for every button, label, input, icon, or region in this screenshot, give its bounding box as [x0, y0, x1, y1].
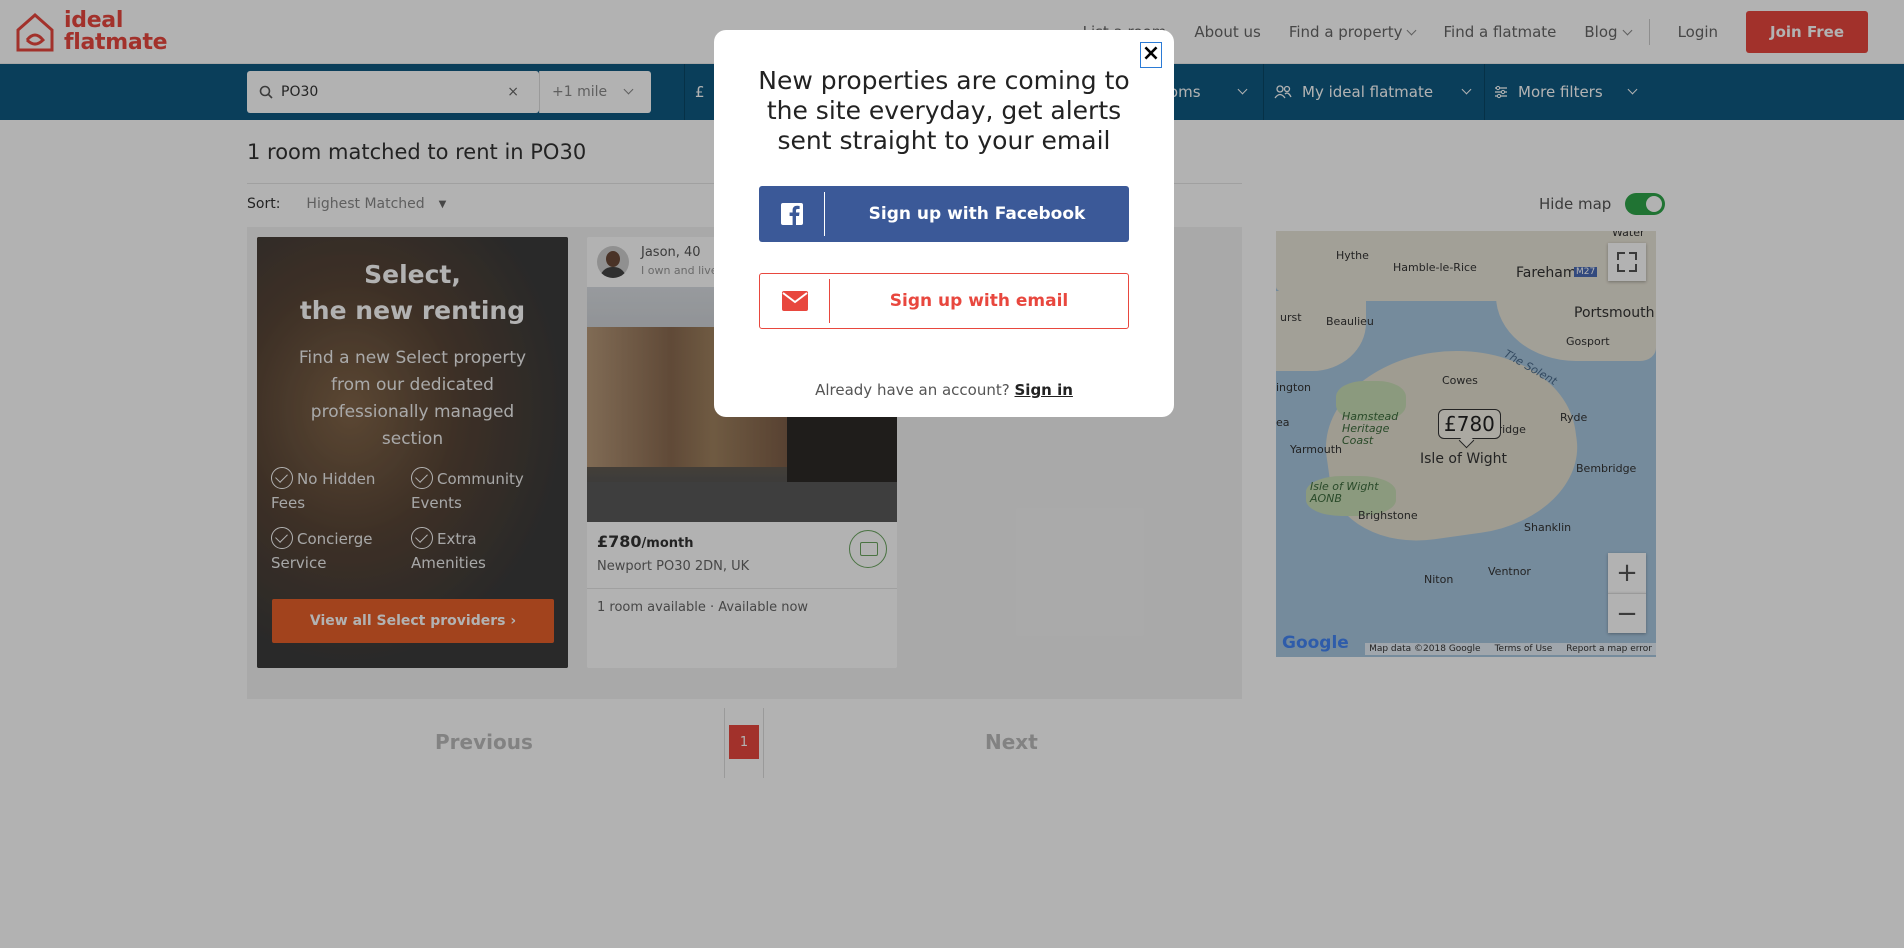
email-button-label: Sign up with email: [889, 291, 1069, 311]
already-account: Already have an account? Sign in: [714, 381, 1174, 399]
already-account-text: Already have an account?: [815, 381, 1010, 399]
modal-title: New properties are coming to the site ev…: [758, 66, 1130, 155]
close-button[interactable]: ×: [1140, 42, 1162, 68]
signup-email-button[interactable]: Sign up with email: [759, 273, 1129, 329]
facebook-icon: [759, 192, 825, 236]
facebook-button-label: Sign up with Facebook: [868, 204, 1086, 224]
signup-facebook-button[interactable]: Sign up with Facebook: [759, 186, 1129, 242]
alerts-signup-modal: × New properties are coming to the site …: [714, 30, 1174, 417]
envelope-icon: [760, 279, 830, 323]
sign-in-link[interactable]: Sign in: [1015, 381, 1073, 399]
page: ideal flatmate List a room About us Find…: [0, 0, 1904, 948]
